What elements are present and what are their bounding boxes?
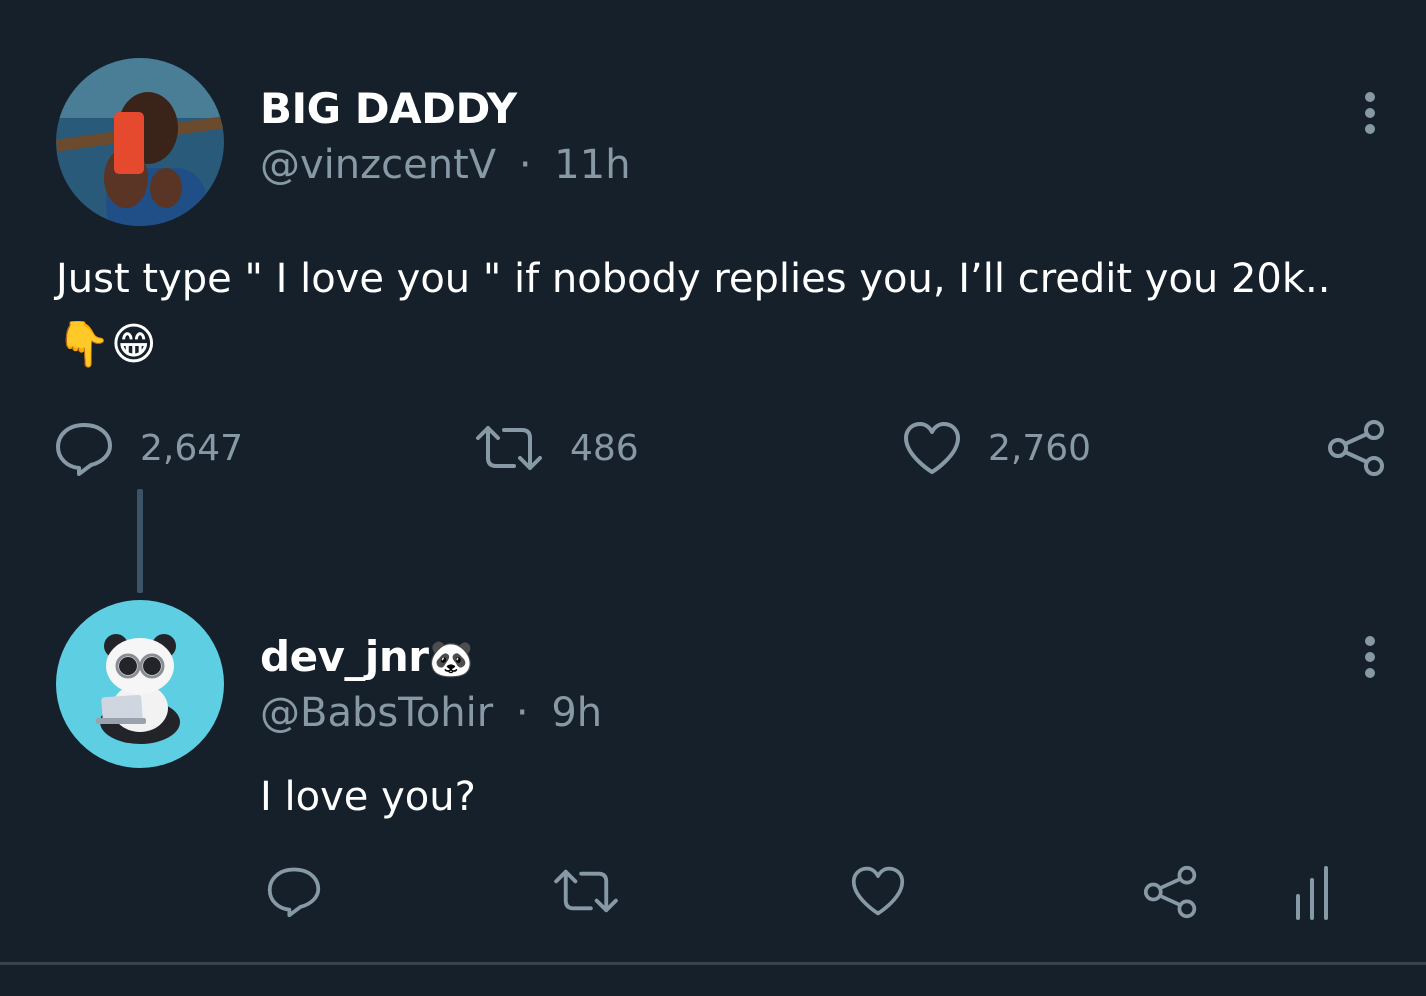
main-tweet-meta: @vinzcentV · 11h — [260, 142, 631, 188]
reply-tweet-like-button[interactable] — [850, 864, 906, 918]
more-dot-icon — [1365, 108, 1375, 118]
reply-tweet-timestamp[interactable]: 9h — [551, 690, 602, 736]
like-button[interactable]: 2,760 — [902, 420, 1091, 476]
main-tweet-handle[interactable]: @vinzcentV — [260, 142, 496, 188]
panda-emoji-icon: 🐼 — [428, 639, 473, 680]
more-dot-icon — [1365, 636, 1375, 646]
retweet-icon — [554, 869, 618, 913]
heart-icon — [904, 422, 960, 474]
main-tweet[interactable]: BIG DADDY @vinzcentV · 11h Just type " I… — [0, 0, 1426, 490]
share-icon — [1143, 865, 1197, 919]
more-dot-icon — [1365, 124, 1375, 134]
reply-icon — [267, 867, 321, 918]
main-tweet-text: Just type " I love you " if nobody repli… — [56, 256, 1331, 302]
reply-tweet-meta: @BabsTohir · 9h — [260, 690, 602, 736]
reply-tweet-more-button[interactable] — [1360, 636, 1380, 680]
meta-separator: · — [518, 142, 532, 188]
meta-separator: · — [515, 690, 529, 736]
panda-avatar-icon — [56, 600, 224, 768]
reply-count: 2,647 — [140, 427, 244, 469]
bottom-divider — [0, 962, 1426, 965]
retweet-icon — [476, 426, 542, 470]
reply-tweet-text: I love you? — [260, 774, 476, 820]
main-tweet-emoji: 👇😁 — [56, 319, 157, 370]
main-tweet-display-name[interactable]: BIG DADDY — [260, 84, 517, 133]
analytics-icon — [1296, 866, 1328, 920]
share-button[interactable] — [1326, 418, 1388, 478]
main-tweet-timestamp[interactable]: 11h — [554, 142, 630, 188]
main-tweet-more-button[interactable] — [1360, 92, 1380, 136]
reply-tweet-retweet-button[interactable] — [552, 864, 620, 918]
retweet-count: 486 — [570, 427, 639, 469]
reply-tweet[interactable]: dev_jnr🐼 @BabsTohir · 9h I love you? — [0, 590, 1426, 960]
like-count: 2,760 — [988, 427, 1092, 469]
reply-tweet-share-button[interactable] — [1142, 864, 1200, 920]
reply-tweet-display-name[interactable]: dev_jnr🐼 — [260, 632, 473, 681]
more-dot-icon — [1365, 652, 1375, 662]
heart-icon — [851, 866, 905, 916]
reply-tweet-analytics-button[interactable] — [1290, 866, 1334, 920]
reply-name-text: dev_jnr — [260, 632, 429, 681]
reply-tweet-handle[interactable]: @BabsTohir — [260, 690, 493, 736]
reply-button[interactable]: 2,647 — [54, 420, 243, 476]
more-dot-icon — [1365, 92, 1375, 102]
reply-icon — [56, 423, 112, 476]
main-tweet-avatar[interactable] — [56, 58, 224, 226]
reply-tweet-avatar[interactable] — [56, 600, 224, 768]
reply-tweet-reply-button[interactable] — [266, 864, 322, 918]
more-dot-icon — [1365, 668, 1375, 678]
profile-photo-icon — [56, 58, 224, 226]
share-icon — [1328, 420, 1384, 476]
retweet-button[interactable]: 486 — [474, 420, 639, 476]
thread-connector-line — [137, 489, 143, 593]
